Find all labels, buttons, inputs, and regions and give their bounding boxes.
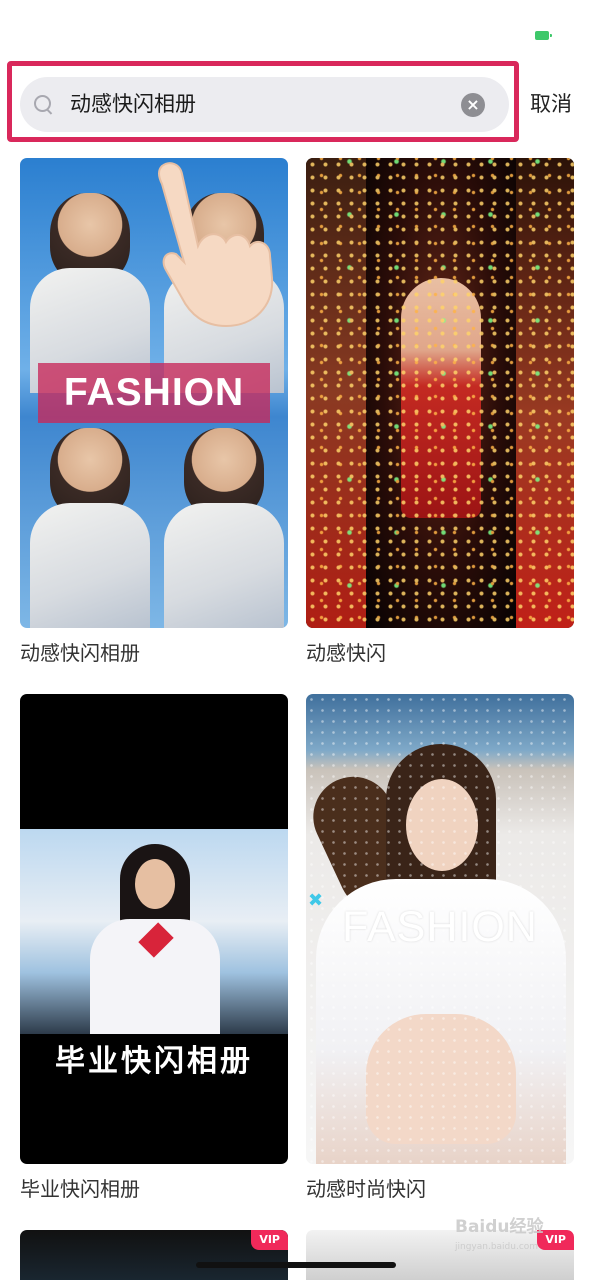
result-thumbnail[interactable]: FASHION: [20, 158, 288, 628]
search-input[interactable]: 动感快闪相册: [70, 90, 196, 118]
search-bar[interactable]: 动感快闪相册 ×: [20, 77, 509, 132]
result-thumbnail[interactable]: VIP: [20, 1230, 288, 1280]
result-title: 动感时尚快闪: [306, 1177, 426, 1201]
baidu-watermark: Baidu经验 jingyan.baidu.com: [455, 1217, 575, 1257]
result-thumbnail[interactable]: ✖ FASHION: [306, 694, 574, 1164]
result-title: 动感快闪相册: [20, 641, 140, 665]
pointing-hand-icon: [158, 162, 274, 328]
result-card[interactable]: ✖ FASHION 动感时尚快闪: [306, 694, 574, 1201]
result-card[interactable]: 动感快闪: [306, 158, 574, 665]
app-screen: 动感快闪相册 × 取消 FASHION 动感快闪相册 动感快闪 毕业快闪相册 毕…: [0, 0, 592, 1280]
thumbnail-overlay-text: FASHION: [38, 363, 270, 423]
result-thumbnail[interactable]: 毕业快闪相册: [20, 694, 288, 1164]
cancel-button[interactable]: 取消: [530, 90, 572, 118]
clear-icon[interactable]: ×: [461, 93, 485, 117]
result-title: 毕业快闪相册: [20, 1177, 140, 1201]
result-card[interactable]: FASHION 动感快闪相册: [20, 158, 288, 665]
vip-badge: VIP: [251, 1230, 288, 1250]
result-card[interactable]: 毕业快闪相册 毕业快闪相册: [20, 694, 288, 1201]
thumbnail-overlay-text: 毕业快闪相册: [55, 1044, 253, 1079]
result-card[interactable]: VIP: [20, 1230, 288, 1280]
battery-icon: [535, 31, 552, 40]
result-thumbnail[interactable]: [306, 158, 574, 628]
result-title: 动感快闪: [306, 641, 386, 665]
watermark-brand: Baidu经验: [455, 1217, 544, 1237]
thumbnail-overlay-text: FASHION: [342, 903, 538, 951]
home-indicator[interactable]: [196, 1262, 396, 1268]
watermark-url: jingyan.baidu.com: [455, 1242, 539, 1252]
search-icon: [34, 95, 51, 112]
